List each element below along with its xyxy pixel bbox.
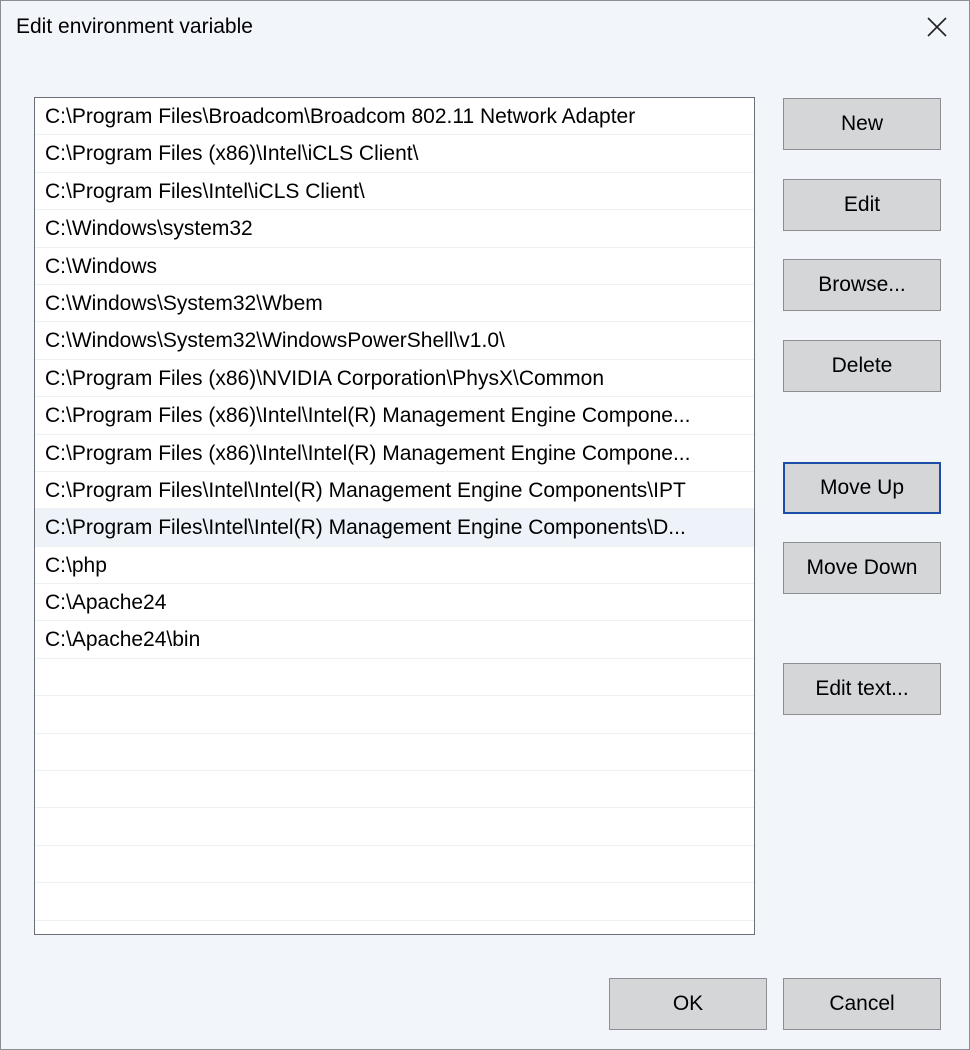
move-down-button[interactable]: Move Down <box>783 542 941 594</box>
browse-button[interactable]: Browse... <box>783 259 941 311</box>
empty-list-row[interactable] <box>35 696 754 734</box>
path-list-item[interactable]: C:\Apache24 <box>35 584 754 622</box>
ok-button[interactable]: OK <box>609 978 767 1030</box>
move-up-button[interactable]: Move Up <box>783 462 941 514</box>
empty-list-row[interactable] <box>35 808 754 846</box>
empty-list-row[interactable] <box>35 846 754 884</box>
dialog-title: Edit environment variable <box>16 15 253 38</box>
path-list-item[interactable]: C:\Program Files\Broadcom\Broadcom 802.1… <box>35 98 754 136</box>
path-list-item[interactable]: C:\Program Files\Intel\Intel(R) Manageme… <box>35 472 754 510</box>
empty-list-row[interactable] <box>35 659 754 697</box>
delete-button[interactable]: Delete <box>783 340 941 392</box>
empty-list-row[interactable] <box>35 734 754 772</box>
empty-list-row[interactable] <box>35 883 754 921</box>
edit-button[interactable]: Edit <box>783 179 941 231</box>
empty-list-row[interactable] <box>35 771 754 809</box>
path-list-item[interactable]: C:\php <box>35 547 754 585</box>
path-list-item[interactable]: C:\Program Files (x86)\Intel\Intel(R) Ma… <box>35 397 754 435</box>
path-list-item[interactable]: C:\Program Files\Intel\Intel(R) Manageme… <box>35 509 754 547</box>
path-list-item[interactable]: C:\Program Files (x86)\Intel\iCLS Client… <box>35 135 754 173</box>
path-list-item[interactable]: C:\Windows\system32 <box>35 210 754 248</box>
edit-environment-variable-dialog: Edit environment variable C:\Program Fil… <box>0 0 970 1050</box>
path-list[interactable]: C:\Program Files\Broadcom\Broadcom 802.1… <box>34 97 755 935</box>
path-list-item[interactable]: C:\Windows\System32\WindowsPowerShell\v1… <box>35 322 754 360</box>
path-list-item[interactable]: C:\Program Files (x86)\Intel\Intel(R) Ma… <box>35 435 754 472</box>
close-icon <box>927 17 947 37</box>
path-list-item[interactable]: C:\Program Files\Intel\iCLS Client\ <box>35 173 754 211</box>
path-list-item[interactable]: C:\Program Files (x86)\NVIDIA Corporatio… <box>35 360 754 398</box>
path-list-item[interactable]: C:\Windows <box>35 248 754 285</box>
edit-text-button[interactable]: Edit text... <box>783 663 941 715</box>
new-button[interactable]: New <box>783 98 941 150</box>
path-list-item[interactable]: C:\Apache24\bin <box>35 621 754 659</box>
cancel-button[interactable]: Cancel <box>783 978 941 1030</box>
path-list-item[interactable]: C:\Windows\System32\Wbem <box>35 285 754 323</box>
close-button[interactable] <box>921 9 953 45</box>
